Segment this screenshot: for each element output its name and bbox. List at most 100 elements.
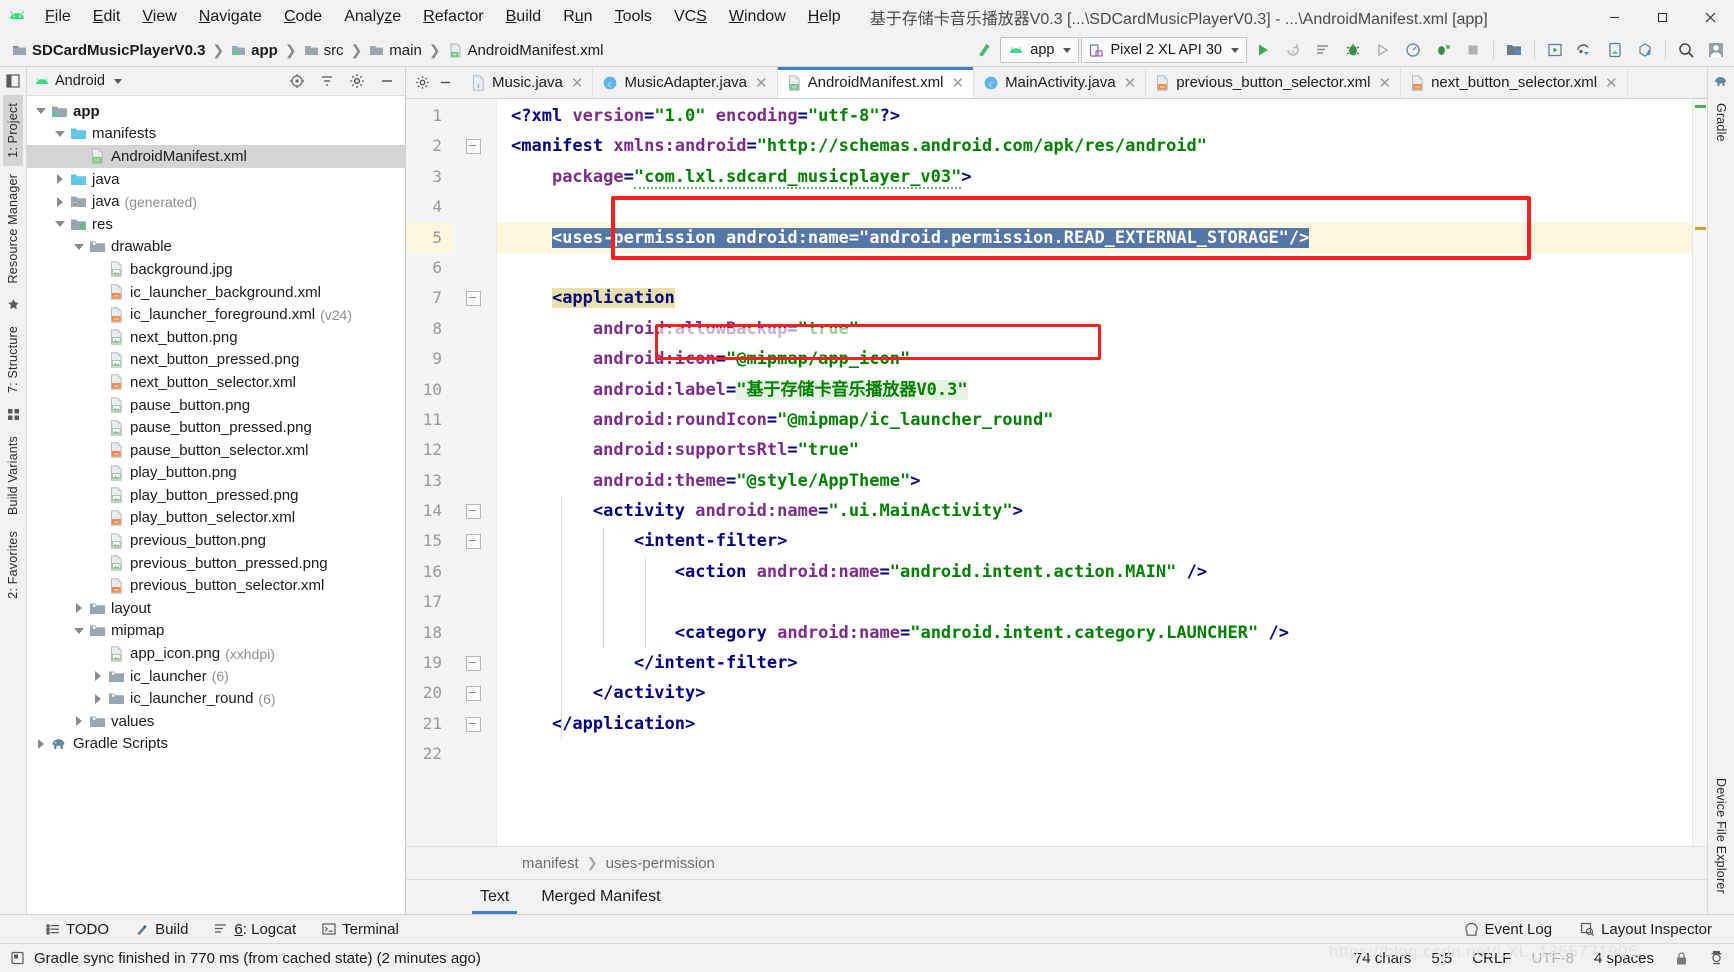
bottom-tool-window-bar[interactable]: TODO Build 6: Logcat Terminal Event Log …: [0, 914, 1734, 943]
close-icon[interactable]: ✕: [951, 74, 964, 92]
status-indent[interactable]: 4 spaces: [1594, 950, 1654, 967]
code-line[interactable]: </application>: [497, 709, 1692, 739]
tree-item[interactable]: res: [27, 213, 405, 236]
sidebar-item-resource-manager[interactable]: Resource Manager: [3, 166, 23, 292]
sync-gradle-button[interactable]: [1571, 37, 1599, 63]
menu-file[interactable]: File: [34, 5, 82, 29]
hide-editor-tabs-icon[interactable]: [438, 75, 453, 90]
status-event-icon[interactable]: [10, 950, 26, 966]
code-line[interactable]: <action android:name="android.intent.act…: [497, 557, 1692, 587]
editor-tab[interactable]: MF AndroidManifest.xml ✕: [777, 67, 975, 98]
status-line-separator[interactable]: CRLF: [1472, 950, 1511, 967]
code-fold-marker[interactable]: [452, 283, 496, 313]
code-breadcrumb-manifest[interactable]: manifest: [522, 855, 579, 872]
editor-sub-tabs[interactable]: Text Merged Manifest: [406, 879, 1707, 914]
tree-item[interactable]: next_button.png: [27, 326, 405, 349]
tree-item[interactable]: previous_button_pressed.png: [27, 552, 405, 575]
code-line[interactable]: <manifest xmlns:android="http://schemas.…: [497, 131, 1692, 161]
tree-item[interactable]: next_button_pressed.png: [27, 349, 405, 372]
code-fold-marker[interactable]: [452, 496, 496, 526]
attach-debugger-button[interactable]: [1369, 37, 1397, 63]
status-encoding[interactable]: UTF-8: [1531, 950, 1574, 967]
tool-window-build[interactable]: Build: [123, 919, 200, 940]
tree-expand-arrow-icon[interactable]: [90, 671, 106, 682]
tree-expand-arrow-icon[interactable]: [71, 603, 87, 614]
menu-refactor[interactable]: Refactor: [412, 5, 494, 29]
tree-item[interactable]: <> next_button_selector.xml: [27, 371, 405, 394]
code-line[interactable]: android:theme="@style/AppTheme">: [497, 466, 1692, 496]
code-content[interactable]: <?xml version="1.0" encoding="utf-8"?> <m…: [497, 99, 1692, 846]
sidebar-item-gradle[interactable]: Gradle: [1711, 95, 1731, 150]
status-caret-position[interactable]: 5:5: [1431, 950, 1452, 967]
close-icon[interactable]: ✕: [755, 74, 768, 92]
tree-collapse-arrow-icon[interactable]: [33, 108, 49, 115]
code-editor[interactable]: 1 2 3 4 5 6 7 8 9 10 11 12 13 14 15 16 17 18 19 20 21 22 <?xm…: [406, 99, 1707, 846]
code-line[interactable]: <intent-filter>: [497, 526, 1692, 556]
tree-item[interactable]: values: [27, 710, 405, 733]
download-dependencies-button[interactable]: [1631, 37, 1659, 63]
tree-item[interactable]: app: [27, 100, 405, 123]
project-tree[interactable]: app manifests MF AndroidManifest.xml java jav…: [27, 96, 405, 914]
close-button[interactable]: [1686, 0, 1734, 34]
code-breadcrumb[interactable]: manifest ❯ uses-permission: [406, 846, 1707, 879]
hide-panel-icon[interactable]: [373, 68, 401, 94]
code-line[interactable]: [497, 739, 1692, 769]
menu-window[interactable]: Window: [718, 5, 797, 29]
make-project-button[interactable]: [970, 37, 998, 63]
menu-code[interactable]: Code: [273, 5, 333, 29]
tool-window-terminal[interactable]: Terminal: [310, 919, 411, 940]
tree-collapse-arrow-icon[interactable]: [71, 627, 87, 634]
tree-item[interactable]: <> ic_launcher_background.xml: [27, 281, 405, 304]
debug-button[interactable]: [1339, 37, 1367, 63]
code-line[interactable]: [497, 587, 1692, 617]
tool-window-logcat[interactable]: 6: Logcat: [202, 919, 308, 940]
grid-icon[interactable]: [7, 408, 20, 421]
tree-expand-arrow-icon[interactable]: [90, 693, 106, 704]
code-line[interactable]: </intent-filter>: [497, 648, 1692, 678]
project-view-selector[interactable]: Android: [35, 73, 122, 89]
code-line[interactable]: android:allowBackup="true": [497, 314, 1692, 344]
tool-window-layout-inspector[interactable]: Layout Inspector: [1568, 919, 1724, 940]
tree-collapse-arrow-icon[interactable]: [52, 221, 68, 228]
status-message[interactable]: Gradle sync finished in 770 ms (from cac…: [34, 950, 481, 967]
code-fold-marker[interactable]: [452, 131, 496, 161]
breadcrumb[interactable]: SDCardMusicPlayerV0.3 ❯ app ❯ src ❯ main…: [8, 41, 607, 60]
user-avatar-icon[interactable]: [1702, 37, 1730, 63]
close-icon[interactable]: ✕: [1605, 74, 1618, 92]
close-icon[interactable]: ✕: [1379, 74, 1392, 92]
tree-expand-arrow-icon[interactable]: [33, 738, 49, 749]
tree-item[interactable]: java: [27, 168, 405, 191]
editor-tab[interactable]: J Music.java ✕: [462, 67, 594, 98]
code-line[interactable]: android:icon="@mipmap/app_icon": [497, 344, 1692, 374]
tree-expand-arrow-icon[interactable]: [52, 174, 68, 185]
apply-changes-button[interactable]: A: [1279, 37, 1307, 63]
lock-icon[interactable]: [1674, 951, 1689, 966]
menu-help[interactable]: Help: [797, 5, 852, 29]
code-fold-marker[interactable]: [452, 526, 496, 556]
run-button[interactable]: [1249, 37, 1277, 63]
code-line[interactable]: </activity>: [497, 678, 1692, 708]
close-icon[interactable]: ✕: [1124, 74, 1137, 92]
gradle-elephant-icon[interactable]: [1714, 74, 1728, 88]
tree-item[interactable]: play_button.png: [27, 462, 405, 485]
tab-merged-manifest[interactable]: Merged Manifest: [525, 880, 676, 914]
sidebar-item-build-variants[interactable]: Build Variants: [3, 428, 23, 523]
project-structure-icon[interactable]: [6, 74, 20, 88]
tree-item[interactable]: java (generated): [27, 190, 405, 213]
code-fold-marker[interactable]: [452, 709, 496, 739]
breadcrumb-item-src[interactable]: src: [300, 41, 348, 60]
editor-tab[interactable]: c MainActivity.java ✕: [974, 67, 1147, 98]
code-line[interactable]: android:roundIcon="@mipmap/ic_launcher_r…: [497, 405, 1692, 435]
device-selector[interactable]: Pixel 2 XL API 30: [1081, 37, 1247, 63]
settings-gear-icon[interactable]: [415, 75, 430, 90]
tool-window-event-log[interactable]: Event Log: [1452, 919, 1565, 940]
menu-analyze[interactable]: Analyze: [333, 5, 412, 29]
code-line[interactable]: <category android:name="android.intent.c…: [497, 618, 1692, 648]
code-line[interactable]: <?xml version="1.0" encoding="utf-8"?>: [497, 101, 1692, 131]
menu-navigate[interactable]: Navigate: [188, 5, 273, 29]
editor-tab[interactable]: <> next_button_selector.xml ✕: [1401, 67, 1628, 98]
menu-build[interactable]: Build: [495, 5, 553, 29]
hector-inspection-icon[interactable]: [1709, 950, 1724, 966]
device-file-explorer-button[interactable]: [1601, 37, 1629, 63]
rerun-button[interactable]: [1309, 37, 1337, 63]
